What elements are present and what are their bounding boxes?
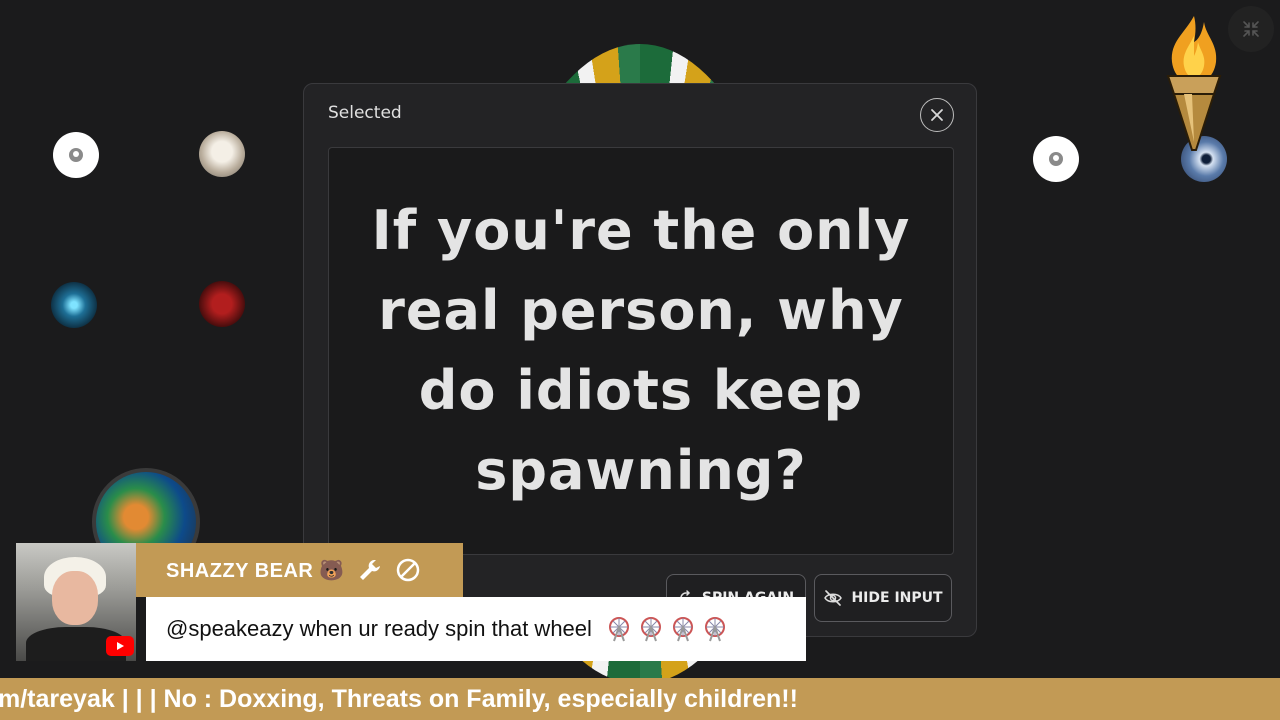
- close-button[interactable]: [920, 98, 954, 132]
- wrench-icon: [359, 560, 380, 580]
- webcam-feed: [16, 543, 136, 661]
- avatar-red[interactable]: [199, 281, 245, 327]
- eye-off-icon: [824, 590, 843, 606]
- selected-result-box: If you're the only real person, why do i…: [328, 147, 954, 555]
- avatar-default[interactable]: [53, 132, 99, 178]
- ticker-text: m/tareyak | | | No : Doxxing, Threats on…: [0, 684, 798, 713]
- modal-title: Selected: [328, 103, 402, 123]
- chat-message-text: @speakeazy when ur ready spin that wheel: [166, 616, 592, 641]
- avatar-dog[interactable]: [199, 131, 245, 177]
- youtube-icon: [106, 636, 134, 656]
- ferris-wheel-icon: [672, 617, 693, 642]
- user-icon: [1049, 152, 1063, 166]
- hide-input-label: HIDE INPUT: [851, 590, 943, 606]
- selected-result-text: If you're the only real person, why do i…: [371, 199, 911, 502]
- chat-message: @speakeazy when ur ready spin that wheel: [146, 597, 806, 661]
- rules-ticker: m/tareyak | | | No : Doxxing, Threats on…: [0, 678, 1280, 720]
- close-icon: [931, 109, 943, 121]
- chat-username: SHAZZY BEAR 🐻: [166, 559, 345, 582]
- ferris-wheel-icon: [640, 617, 661, 642]
- avatar-blue-figure[interactable]: [51, 282, 97, 328]
- chat-username-bar: SHAZZY BEAR 🐻: [136, 543, 463, 597]
- ferris-wheel-icon: [608, 617, 629, 642]
- ferris-wheel-icon: [704, 617, 725, 642]
- collapse-icon: [1243, 21, 1259, 37]
- ban-icon: [396, 558, 420, 582]
- torch-logo: [1166, 16, 1222, 151]
- avatar-default-right[interactable]: [1033, 136, 1079, 182]
- hide-input-button[interactable]: HIDE INPUT: [814, 574, 952, 622]
- user-icon: [69, 148, 83, 162]
- collapse-button[interactable]: [1228, 6, 1274, 52]
